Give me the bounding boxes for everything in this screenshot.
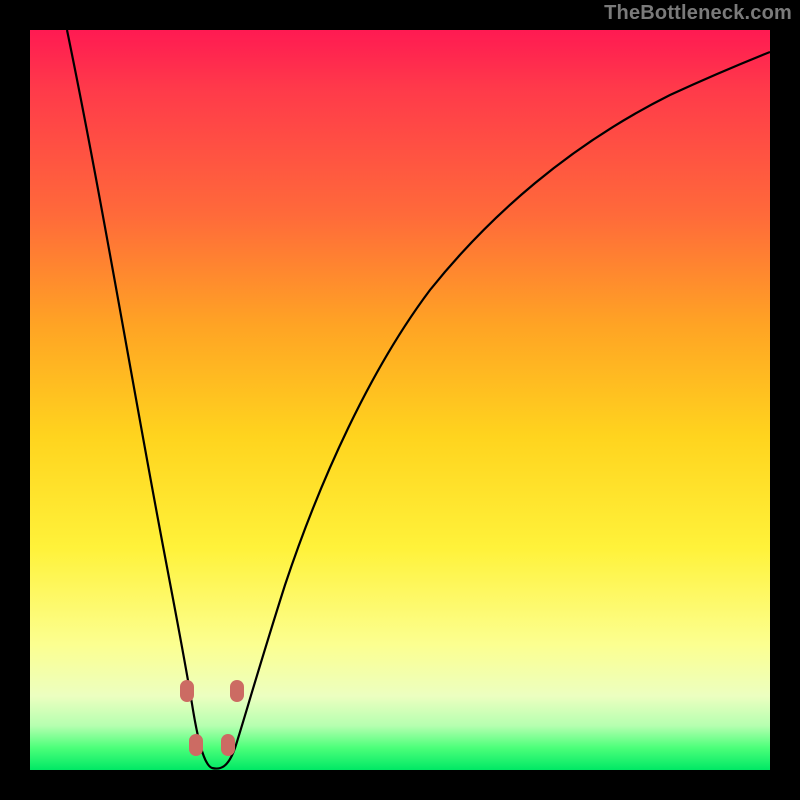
marker-dot bbox=[180, 680, 194, 702]
marker-dot bbox=[221, 734, 235, 756]
marker-dot bbox=[230, 680, 244, 702]
bottleneck-curve bbox=[30, 30, 770, 770]
curve-markers bbox=[180, 680, 244, 756]
curve-path bbox=[67, 30, 770, 769]
watermark-text: TheBottleneck.com bbox=[604, 2, 792, 25]
marker-dot bbox=[189, 734, 203, 756]
plot-area bbox=[30, 30, 770, 770]
chart-frame: TheBottleneck.com bbox=[0, 0, 800, 800]
